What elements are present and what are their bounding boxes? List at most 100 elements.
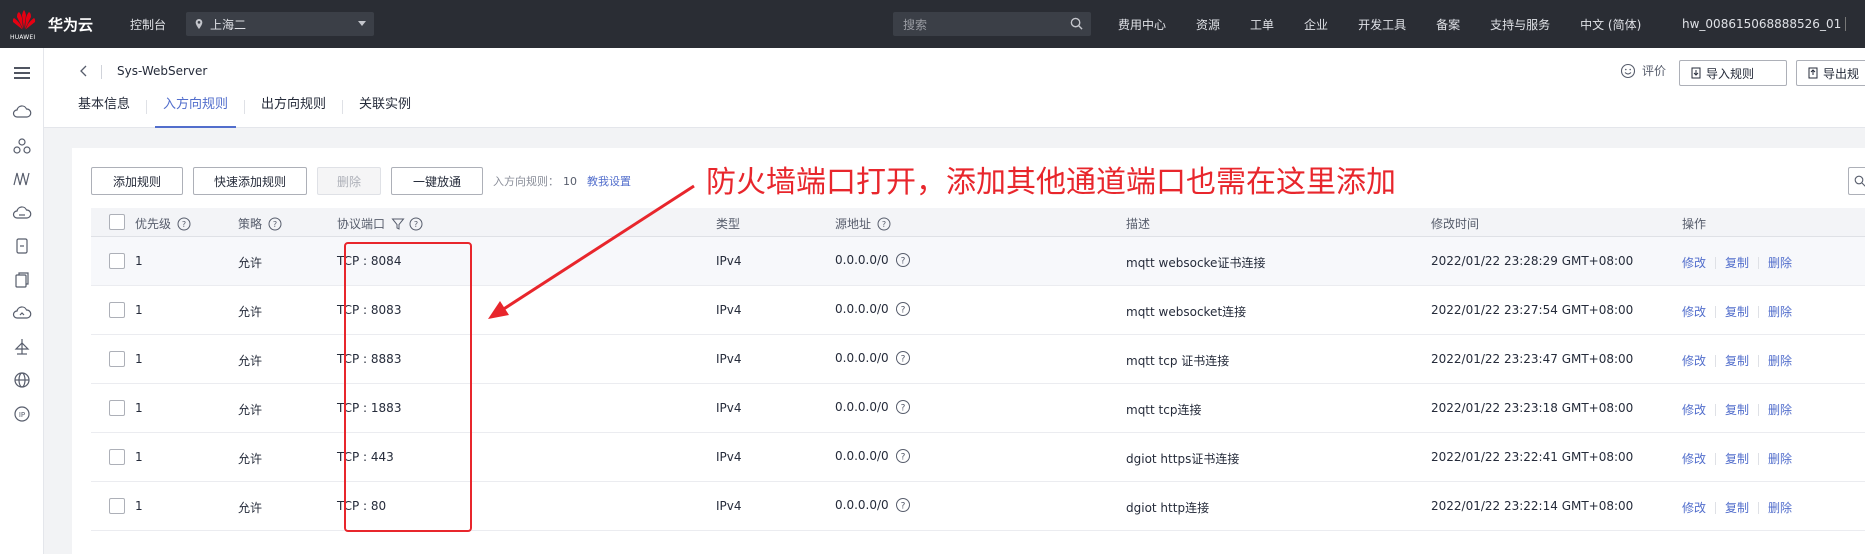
delete-link[interactable]: 删除 [1768, 254, 1792, 271]
balance-icon[interactable] [11, 336, 33, 358]
divider [244, 100, 246, 114]
search-icon[interactable] [1070, 17, 1083, 30]
copy-doc-icon[interactable] [11, 269, 33, 291]
column-source[interactable]: 源地址 ? [835, 215, 891, 232]
one-click-allow-button[interactable]: 一键放通 [391, 167, 483, 195]
row-checkbox[interactable] [109, 498, 125, 514]
source-cell: 0.0.0.0/0? [835, 399, 911, 415]
row-checkbox[interactable] [109, 302, 125, 318]
delete-button[interactable]: 删除 [317, 167, 381, 195]
edit-link[interactable]: 修改 [1682, 499, 1706, 516]
document-icon[interactable] [11, 235, 33, 257]
column-protocol-port[interactable]: 协议端口 ? [337, 215, 423, 232]
row-checkbox[interactable] [109, 253, 125, 269]
waves-icon[interactable] [11, 168, 33, 190]
delete-link[interactable]: 删除 [1768, 499, 1792, 516]
row-checkbox[interactable] [109, 351, 125, 367]
nav-resources[interactable]: 资源 [1196, 16, 1220, 33]
copy-link[interactable]: 复制 [1725, 254, 1749, 271]
page-title: Sys-WebServer [117, 64, 208, 78]
select-all-checkbox[interactable] [109, 214, 125, 230]
column-type[interactable]: 类型 [716, 215, 740, 232]
nav-dev-tools[interactable]: 开发工具 [1358, 16, 1406, 33]
tab-associated-instances[interactable]: 关联实例 [359, 98, 411, 128]
policy-cell: 允许 [238, 354, 263, 368]
search-placeholder: 搜索 [903, 17, 928, 32]
location-pin-icon [195, 19, 203, 29]
row-checkbox[interactable] [109, 400, 125, 416]
console-link[interactable]: 控制台 [130, 16, 166, 33]
help-icon[interactable]: ? [895, 399, 911, 415]
help-link[interactable]: 教我设置 [587, 173, 631, 189]
divider [1715, 305, 1717, 318]
global-search-input[interactable]: 搜索 [893, 12, 1091, 36]
copy-link[interactable]: 复制 [1725, 352, 1749, 369]
column-policy[interactable]: 策略 ? [238, 215, 282, 232]
tab-outbound-rules[interactable]: 出方向规则 [261, 98, 326, 128]
column-modified-time[interactable]: 修改时间 [1431, 215, 1479, 232]
nav-billing[interactable]: 费用中心 [1118, 16, 1166, 33]
row-actions: 修改 复制 删除 [1682, 352, 1792, 369]
help-icon[interactable]: ? [895, 448, 911, 464]
tab-inbound-rules[interactable]: 入方向规则 [155, 98, 237, 128]
copy-link[interactable]: 复制 [1725, 450, 1749, 467]
user-account[interactable]: hw_008615068888526_01 [1682, 17, 1841, 31]
row-checkbox[interactable] [109, 449, 125, 465]
delete-link[interactable]: 删除 [1768, 352, 1792, 369]
help-icon[interactable]: ? [268, 217, 282, 231]
delete-link[interactable]: 删除 [1768, 401, 1792, 418]
cloud-upload-icon[interactable] [11, 302, 33, 324]
column-priority[interactable]: 优先级 ? [135, 215, 191, 232]
ip-icon[interactable]: IP [11, 403, 33, 425]
modified-time-cell: 2022/01/22 23:28:29 GMT+08:00 [1431, 254, 1634, 268]
network-icon[interactable] [11, 135, 33, 157]
export-rules-button[interactable]: 导出规 [1796, 60, 1865, 86]
quick-add-rule-button[interactable]: 快速添加规则 [193, 167, 307, 195]
edit-link[interactable]: 修改 [1682, 401, 1706, 418]
source-cell: 0.0.0.0/0? [835, 252, 911, 268]
copy-link[interactable]: 复制 [1725, 401, 1749, 418]
back-arrow-icon[interactable] [78, 64, 90, 78]
nav-tickets[interactable]: 工单 [1250, 16, 1274, 33]
delete-link[interactable]: 删除 [1768, 303, 1792, 320]
filter-icon[interactable] [391, 217, 405, 231]
column-description[interactable]: 描述 [1126, 215, 1150, 232]
rate-button[interactable]: 评价 [1620, 62, 1666, 79]
priority-cell: 1 [135, 303, 143, 317]
help-icon[interactable]: ? [895, 350, 911, 366]
globe-icon[interactable] [11, 369, 33, 391]
nav-filing[interactable]: 备案 [1436, 16, 1460, 33]
nav-enterprise[interactable]: 企业 [1304, 16, 1328, 33]
help-icon[interactable]: ? [877, 217, 891, 231]
copy-link[interactable]: 复制 [1725, 303, 1749, 320]
delete-link[interactable]: 删除 [1768, 450, 1792, 467]
import-icon [1691, 67, 1701, 79]
help-icon[interactable]: ? [895, 252, 911, 268]
nav-language[interactable]: 中文 (简体) [1580, 16, 1641, 33]
edit-link[interactable]: 修改 [1682, 352, 1706, 369]
menu-icon[interactable] [11, 62, 33, 84]
column-actions: 操作 [1682, 215, 1706, 232]
add-rule-button[interactable]: 添加规则 [91, 167, 183, 195]
copy-link[interactable]: 复制 [1725, 499, 1749, 516]
cloud-icon[interactable] [11, 101, 33, 123]
table-search-input[interactable] [1848, 167, 1865, 195]
column-protocol-port-label: 协议端口 [337, 217, 386, 231]
region-selector[interactable]: 上海二 [186, 12, 375, 36]
policy-cell: 允许 [238, 256, 263, 270]
modified-time-cell: 2022/01/22 23:22:14 GMT+08:00 [1431, 499, 1634, 513]
edit-link[interactable]: 修改 [1682, 254, 1706, 271]
divider [1758, 452, 1760, 465]
import-rules-button[interactable]: 导入规则 [1679, 60, 1787, 86]
edit-link[interactable]: 修改 [1682, 450, 1706, 467]
region-label: 上海二 [210, 17, 247, 32]
help-icon[interactable]: ? [895, 497, 911, 513]
cloud-storage-icon[interactable] [11, 202, 33, 224]
help-icon[interactable]: ? [177, 217, 191, 231]
huawei-cloud-logo[interactable]: HUAWEI 华为云 [0, 9, 110, 41]
nav-support[interactable]: 支持与服务 [1490, 16, 1550, 33]
tab-basic-info[interactable]: 基本信息 [78, 98, 130, 128]
edit-link[interactable]: 修改 [1682, 303, 1706, 320]
help-icon[interactable]: ? [409, 217, 423, 231]
help-icon[interactable]: ? [895, 301, 911, 317]
